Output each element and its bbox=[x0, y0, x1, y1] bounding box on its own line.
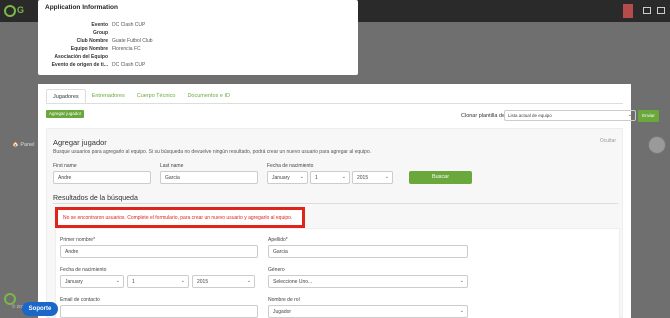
new-first-name-input[interactable]: Andre bbox=[60, 245, 258, 258]
grid-icon[interactable] bbox=[657, 7, 665, 14]
info-value: DC Clash CUP bbox=[112, 62, 146, 68]
info-key: Group bbox=[93, 30, 108, 36]
info-value: Guate Futbol Club bbox=[112, 38, 153, 44]
info-row-group: Group bbox=[45, 29, 153, 37]
add-player-title: Agregar jugador bbox=[53, 138, 107, 147]
panel-link[interactable]: 🏠 Panel bbox=[12, 142, 34, 148]
roster-card: Jugadores Entrenadores Cuerpo Técnico Do… bbox=[38, 84, 659, 318]
avatar[interactable] bbox=[648, 136, 666, 154]
last-name-input[interactable]: Garcia bbox=[160, 171, 258, 184]
dob-day-value: 1 bbox=[315, 175, 318, 181]
info-row-club: Club Nombre Guate Futbol Club bbox=[45, 37, 153, 45]
application-info-title: Application Information bbox=[45, 4, 118, 11]
tab-jugadores[interactable]: Jugadores bbox=[46, 89, 86, 103]
info-key: Evento bbox=[91, 22, 108, 28]
gender-label: Género bbox=[268, 267, 285, 273]
header-red-block bbox=[623, 4, 633, 18]
info-key: Evento de origen de ti... bbox=[51, 62, 108, 68]
dob-year-value: 2015 bbox=[357, 175, 369, 181]
new-dob-day-select[interactable]: 1 ⌄ bbox=[127, 275, 189, 288]
info-row-asociacion: Asociación del Equipo bbox=[45, 53, 153, 61]
info-key: Equipo Nombre bbox=[70, 46, 108, 52]
email-input[interactable] bbox=[60, 305, 258, 318]
new-last-name-label: Apellido* bbox=[268, 237, 288, 243]
chevron-down-icon: ⌄ bbox=[459, 278, 464, 284]
dob-month-value: January bbox=[272, 175, 290, 181]
chevron-down-icon: ⌄ bbox=[459, 308, 464, 314]
new-dob-year-select[interactable]: 2015 ⌄ bbox=[192, 275, 255, 288]
dob-day-select[interactable]: 1 ⌄ bbox=[310, 171, 350, 184]
logo-letter-icon: G bbox=[17, 5, 25, 15]
info-value: DC Clash CUP bbox=[112, 22, 146, 28]
search-button[interactable]: Buscar bbox=[409, 171, 472, 184]
logo-icon bbox=[4, 5, 16, 17]
no-results-alert: No se encontraron usuarios. Complete el … bbox=[55, 207, 305, 228]
info-row-origen: Evento de origen de ti... DC Clash CUP bbox=[45, 61, 153, 69]
info-row-equipo: Equipo Nombre Florencia FC bbox=[45, 45, 153, 53]
role-label: Nombre de rol bbox=[268, 297, 300, 303]
roster-tabs: Jugadores Entrenadores Cuerpo Técnico Do… bbox=[46, 89, 623, 104]
support-button[interactable]: Soporte bbox=[22, 302, 58, 316]
results-title: Resultados de la búsqueda bbox=[53, 195, 138, 202]
application-info-card: Application Information Evento DC Clash C… bbox=[38, 0, 358, 75]
chevron-down-icon: ⌄ bbox=[384, 174, 389, 180]
new-dob-label: Fecha de nacimiento bbox=[60, 267, 107, 273]
tab-entrenadores[interactable]: Entrenadores bbox=[86, 89, 131, 103]
tab-documentos[interactable]: Documentos e ID bbox=[181, 89, 236, 103]
clone-roster-value: Lista actual de equipo bbox=[508, 113, 552, 118]
new-dob-day-value: 1 bbox=[132, 279, 135, 285]
chevron-down-icon: ⌄ bbox=[115, 278, 120, 284]
new-user-form: Primer nombre* Andre Apellido* Garcia Fe… bbox=[55, 228, 620, 318]
info-key: Asociación del Equipo bbox=[54, 54, 108, 60]
add-player-description: Busque usuarios para agregarlo al equipo… bbox=[53, 149, 371, 155]
add-player-button[interactable]: Agregar jugador bbox=[46, 110, 85, 118]
role-select[interactable]: Jugador ⌄ bbox=[268, 305, 468, 318]
info-value: Florencia FC bbox=[112, 46, 141, 52]
application-info-table: Evento DC Clash CUP Group Club Nombre Guat… bbox=[45, 21, 153, 69]
add-player-panel: Agregar jugador Ocultar Busque usuarios … bbox=[46, 128, 623, 318]
clone-roster-select[interactable]: Lista actual de equipo ⌄ bbox=[504, 110, 636, 121]
chevron-down-icon: ⌄ bbox=[341, 174, 346, 180]
new-dob-month-select[interactable]: January ⌄ bbox=[60, 275, 124, 288]
email-label: Email de contacto bbox=[60, 297, 100, 303]
new-first-name-label: Primer nombre* bbox=[60, 237, 96, 243]
menu-icon[interactable] bbox=[643, 7, 651, 14]
chevron-down-icon: ⌄ bbox=[246, 278, 251, 284]
new-dob-year-value: 2015 bbox=[197, 279, 209, 285]
tab-cuerpo-tecnico[interactable]: Cuerpo Técnico bbox=[131, 89, 182, 103]
send-button[interactable]: Enviar bbox=[638, 110, 659, 122]
gender-select[interactable]: Seleccione Uno... ⌄ bbox=[268, 275, 468, 288]
dob-label: Fecha de nacimiento bbox=[267, 163, 314, 169]
first-name-input[interactable]: Andre bbox=[53, 171, 151, 184]
results-divider bbox=[53, 203, 618, 204]
new-dob-month-value: January bbox=[65, 279, 83, 285]
no-results-message: No se encontraron usuarios. Complete el … bbox=[63, 215, 293, 221]
dob-month-select[interactable]: January ⌄ bbox=[267, 171, 308, 184]
gender-value: Seleccione Uno... bbox=[273, 279, 313, 285]
chevron-down-icon: ⌄ bbox=[180, 278, 185, 284]
chevron-down-icon: ⌄ bbox=[299, 174, 304, 180]
new-last-name-input[interactable]: Garcia bbox=[268, 245, 468, 258]
clone-roster-label: Clonar plantilla de bbox=[461, 113, 506, 119]
last-name-label: Last name bbox=[160, 163, 184, 169]
dob-year-select[interactable]: 2015 ⌄ bbox=[352, 171, 393, 184]
first-name-label: First name bbox=[53, 163, 77, 169]
info-row-evento: Evento DC Clash CUP bbox=[45, 21, 153, 29]
info-key: Club Nombre bbox=[76, 38, 108, 44]
role-value: Jugador bbox=[273, 309, 292, 315]
hide-link[interactable]: Ocultar bbox=[600, 138, 616, 144]
chevron-down-icon: ⌄ bbox=[627, 112, 632, 118]
